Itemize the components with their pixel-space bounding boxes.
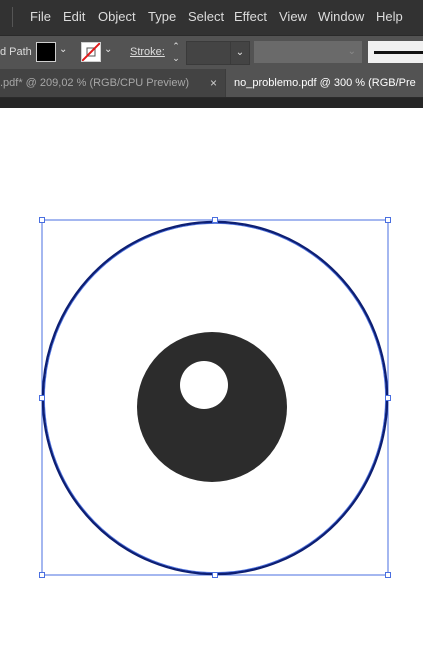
- document-tab-bar: .pdf* @ 209,02 % (RGB/CPU Preview) × no_…: [0, 69, 423, 98]
- chevron-down-icon[interactable]: ⌄: [230, 41, 250, 65]
- menu-separator: [12, 7, 13, 27]
- menu-effect[interactable]: Effect: [234, 9, 267, 24]
- menu-window[interactable]: Window: [318, 9, 364, 24]
- chevron-down-icon[interactable]: ⌄: [59, 44, 67, 55]
- resize-handle[interactable]: [39, 572, 45, 578]
- stroke-weight-input[interactable]: [186, 41, 232, 65]
- menu-select[interactable]: Select: [188, 9, 224, 24]
- menu-view[interactable]: View: [279, 9, 307, 24]
- none-stroke-icon: [82, 43, 100, 61]
- brush-definition-select[interactable]: [368, 41, 423, 63]
- selection-type-label: d Path: [0, 46, 32, 58]
- close-icon[interactable]: ×: [210, 76, 217, 90]
- stroke-swatch[interactable]: [81, 42, 101, 62]
- tab-inactive-document[interactable]: .pdf* @ 209,02 % (RGB/CPU Preview) ×: [0, 69, 225, 97]
- resize-handle[interactable]: [212, 217, 218, 223]
- menu-object[interactable]: Object: [98, 9, 136, 24]
- tab-title: no_problemo.pdf @ 300 % (RGB/Pre: [234, 77, 416, 89]
- fill-swatch[interactable]: [36, 42, 56, 62]
- control-bar: d Path ⌄ ⌄ Stroke: ⌃ ⌄ ⌄ ⌄: [0, 35, 423, 70]
- menu-help[interactable]: Help: [376, 9, 403, 24]
- eye-highlight-circle[interactable]: [180, 361, 228, 409]
- chevron-down-icon[interactable]: ⌄: [104, 44, 112, 55]
- resize-handle[interactable]: [385, 572, 391, 578]
- resize-handle[interactable]: [39, 395, 45, 401]
- resize-handle[interactable]: [212, 572, 218, 578]
- stepper-down-icon[interactable]: ⌄: [169, 52, 183, 64]
- resize-handle[interactable]: [385, 217, 391, 223]
- menu-edit[interactable]: Edit: [63, 9, 85, 24]
- brush-stroke-preview: [374, 51, 423, 54]
- menu-type[interactable]: Type: [148, 9, 176, 24]
- tab-bar-divider: [0, 98, 423, 108]
- tab-active-document[interactable]: no_problemo.pdf @ 300 % (RGB/Pre: [226, 69, 423, 97]
- tab-title: .pdf* @ 209,02 % (RGB/CPU Preview): [0, 77, 190, 89]
- resize-handle[interactable]: [39, 217, 45, 223]
- resize-handle[interactable]: [385, 395, 391, 401]
- artwork: [39, 217, 391, 578]
- stroke-label[interactable]: Stroke:: [130, 46, 165, 58]
- stepper-up-icon[interactable]: ⌃: [169, 40, 183, 52]
- stroke-weight-stepper[interactable]: ⌃ ⌄: [169, 40, 183, 66]
- menu-file[interactable]: File: [30, 9, 51, 24]
- chevron-down-icon: ⌄: [347, 46, 356, 57]
- menu-bar: File Edit Object Type Select Effect View…: [0, 0, 423, 35]
- artboard-canvas[interactable]: [0, 108, 423, 664]
- variable-width-profile-select[interactable]: ⌄: [254, 41, 362, 63]
